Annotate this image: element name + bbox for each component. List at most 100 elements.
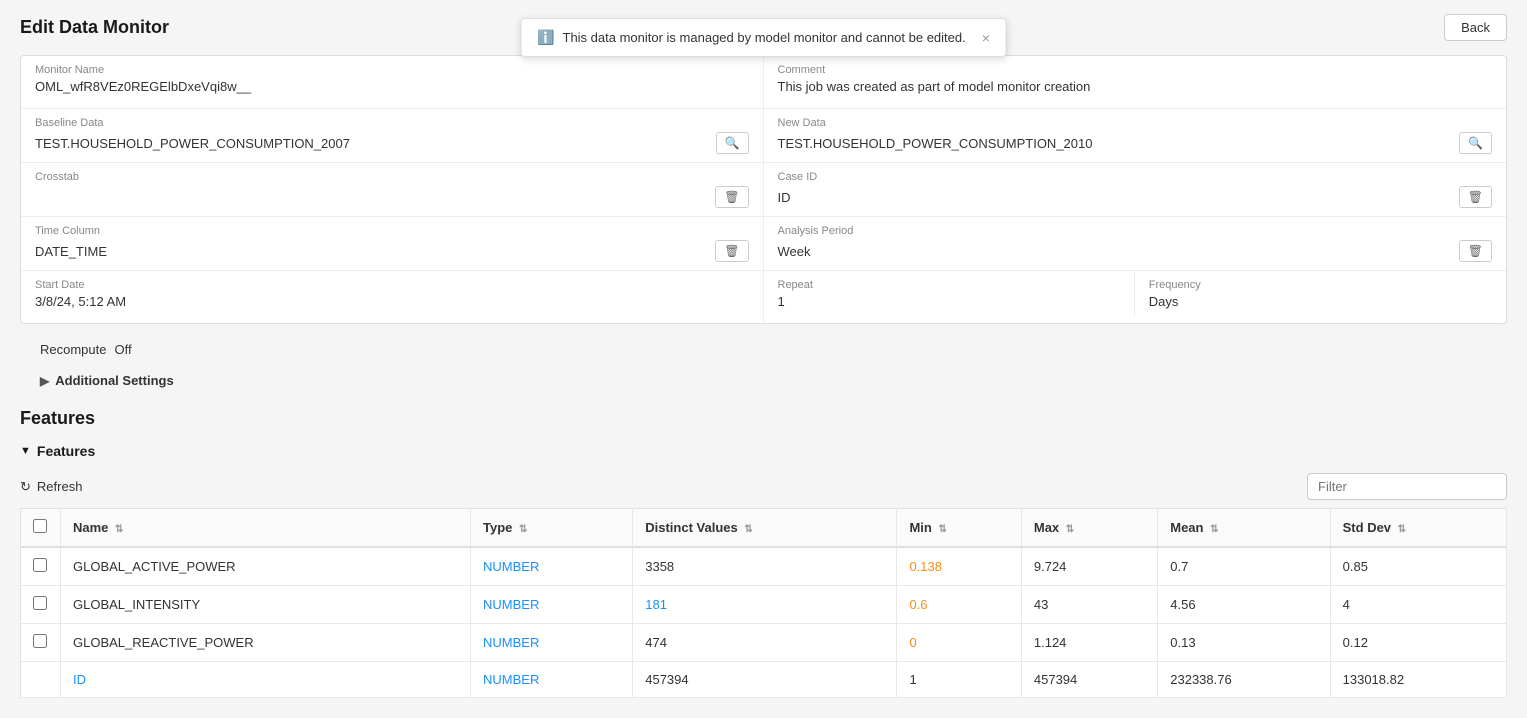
- type-col-label: Type: [483, 520, 512, 535]
- row-std-dev: 133018.82: [1330, 662, 1506, 698]
- type-sort-icon[interactable]: ⇅: [519, 524, 527, 535]
- new-data-inner: TEST.HOUSEHOLD_POWER_CONSUMPTION_2010 🔍: [778, 132, 1493, 154]
- row-std-dev: 4: [1330, 586, 1506, 624]
- features-subsection-toggle[interactable]: ▼ Features: [20, 437, 1507, 465]
- additional-settings-label: Additional Settings: [55, 373, 173, 388]
- row-std-dev: 0.85: [1330, 547, 1506, 586]
- row-type: NUMBER: [471, 662, 633, 698]
- new-data-value: TEST.HOUSEHOLD_POWER_CONSUMPTION_2010: [778, 136, 1093, 151]
- frequency-label: Frequency: [1149, 279, 1492, 291]
- recompute-row: Recompute Off: [20, 334, 1507, 365]
- time-column-field: Time Column DATE_TIME 🗑: [21, 217, 764, 270]
- toast-notification: ℹ️ This data monitor is managed by model…: [520, 18, 1007, 57]
- form-row-2: Baseline Data TEST.HOUSEHOLD_POWER_CONSU…: [21, 109, 1506, 163]
- row-distinct-values: 181: [633, 586, 897, 624]
- row-max: 9.724: [1021, 547, 1157, 586]
- row-checkbox[interactable]: [33, 558, 47, 572]
- mean-sort-icon[interactable]: ⇅: [1210, 524, 1218, 535]
- filter-input[interactable]: [1307, 473, 1507, 500]
- row-checkbox-cell: [21, 547, 61, 586]
- analysis-period-field: Analysis Period Week 🗑: [764, 217, 1507, 270]
- row-name[interactable]: ID: [61, 662, 471, 698]
- start-date-label: Start Date: [35, 279, 749, 291]
- header-max: Max ⇅: [1021, 509, 1157, 548]
- info-icon: ℹ️: [537, 29, 554, 46]
- time-column-label: Time Column: [35, 225, 749, 237]
- name-sort-icon[interactable]: ⇅: [115, 524, 123, 535]
- crosstab-label: Crosstab: [35, 171, 749, 183]
- case-id-label: Case ID: [778, 171, 1493, 183]
- features-section-title: Features: [20, 396, 1507, 437]
- expand-icon: ▶: [40, 374, 49, 388]
- repeat-value: 1: [778, 294, 1120, 309]
- comment-field: Comment This job was created as part of …: [764, 56, 1507, 108]
- row-checkbox[interactable]: [33, 634, 47, 648]
- row-min: 1: [897, 662, 1021, 698]
- form-row-3: Crosstab 🗑 Case ID ID 🗑: [21, 163, 1506, 217]
- time-column-delete-button[interactable]: 🗑: [715, 240, 748, 262]
- min-sort-icon[interactable]: ⇅: [938, 524, 946, 535]
- frequency-value: Days: [1149, 294, 1492, 309]
- analysis-period-label: Analysis Period: [778, 225, 1493, 237]
- frequency-field: Frequency Days: [1135, 271, 1506, 317]
- min-col-label: Min: [909, 520, 931, 535]
- header-std-dev: Std Dev ⇅: [1330, 509, 1506, 548]
- stddev-col-label: Std Dev: [1343, 520, 1391, 535]
- row-checkbox[interactable]: [33, 596, 47, 610]
- baseline-data-label: Baseline Data: [35, 117, 749, 129]
- mean-col-label: Mean: [1170, 520, 1203, 535]
- back-button[interactable]: Back: [1444, 14, 1507, 41]
- row-mean: 0.13: [1158, 624, 1330, 662]
- row-checkbox-cell: [21, 586, 61, 624]
- row-std-dev: 0.12: [1330, 624, 1506, 662]
- monitor-name-value: OML_wfR8VEz0REGElbDxeVqi8w__: [35, 79, 749, 94]
- row-mean: 232338.76: [1158, 662, 1330, 698]
- baseline-data-field: Baseline Data TEST.HOUSEHOLD_POWER_CONSU…: [21, 109, 764, 162]
- form-row-4: Time Column DATE_TIME 🗑 Analysis Period …: [21, 217, 1506, 271]
- max-sort-icon[interactable]: ⇅: [1066, 524, 1074, 535]
- baseline-data-value: TEST.HOUSEHOLD_POWER_CONSUMPTION_2007: [35, 136, 350, 151]
- header-mean: Mean ⇅: [1158, 509, 1330, 548]
- toast-close-button[interactable]: ×: [982, 30, 990, 46]
- crosstab-field: Crosstab 🗑: [21, 163, 764, 216]
- case-id-delete-button[interactable]: 🗑: [1459, 186, 1492, 208]
- row-type: NUMBER: [471, 624, 633, 662]
- row-type: NUMBER: [471, 547, 633, 586]
- header-name: Name ⇅: [61, 509, 471, 548]
- additional-settings-toggle[interactable]: ▶ Additional Settings: [20, 365, 1507, 396]
- toast-message: This data monitor is managed by model mo…: [563, 30, 966, 45]
- page-title: Edit Data Monitor: [20, 17, 169, 38]
- row-min: 0.138: [897, 547, 1021, 586]
- crosstab-inner: 🗑: [35, 186, 749, 208]
- repeat-field: Repeat 1: [764, 271, 1135, 317]
- refresh-button[interactable]: ↻ Refresh: [20, 479, 82, 495]
- max-col-label: Max: [1034, 520, 1059, 535]
- row-max: 43: [1021, 586, 1157, 624]
- main-content: Monitor Name OML_wfR8VEz0REGElbDxeVqi8w_…: [0, 55, 1527, 718]
- start-date-value: 3/8/24, 5:12 AM: [35, 294, 749, 309]
- row-type: NUMBER: [471, 586, 633, 624]
- case-id-value: ID: [778, 190, 791, 205]
- baseline-search-button[interactable]: 🔍: [716, 132, 749, 154]
- form-row-5: Start Date 3/8/24, 5:12 AM Repeat 1 Freq…: [21, 271, 1506, 323]
- table-row: GLOBAL_REACTIVE_POWERNUMBER47401.1240.13…: [21, 624, 1507, 662]
- dv-col-label: Distinct Values: [645, 520, 737, 535]
- time-column-value: DATE_TIME: [35, 244, 107, 259]
- new-data-field: New Data TEST.HOUSEHOLD_POWER_CONSUMPTIO…: [764, 109, 1507, 162]
- stddev-sort-icon[interactable]: ⇅: [1398, 524, 1406, 535]
- header-distinct-values: Distinct Values ⇅: [633, 509, 897, 548]
- select-all-checkbox[interactable]: [33, 519, 47, 533]
- analysis-period-delete-button[interactable]: 🗑: [1459, 240, 1492, 262]
- refresh-icon: ↻: [20, 479, 31, 495]
- form-row-1: Monitor Name OML_wfR8VEz0REGElbDxeVqi8w_…: [21, 56, 1506, 109]
- crosstab-delete-button[interactable]: 🗑: [715, 186, 748, 208]
- new-data-search-button[interactable]: 🔍: [1459, 132, 1492, 154]
- start-date-field: Start Date 3/8/24, 5:12 AM: [21, 271, 764, 323]
- chevron-down-icon: ▼: [20, 445, 31, 457]
- header-checkbox-cell: [21, 509, 61, 548]
- dv-sort-icon[interactable]: ⇅: [744, 524, 752, 535]
- row-checkbox-cell: [21, 662, 61, 698]
- time-column-inner: DATE_TIME 🗑: [35, 240, 749, 262]
- monitor-name-label: Monitor Name: [35, 64, 749, 76]
- form-container: Monitor Name OML_wfR8VEz0REGElbDxeVqi8w_…: [20, 55, 1507, 324]
